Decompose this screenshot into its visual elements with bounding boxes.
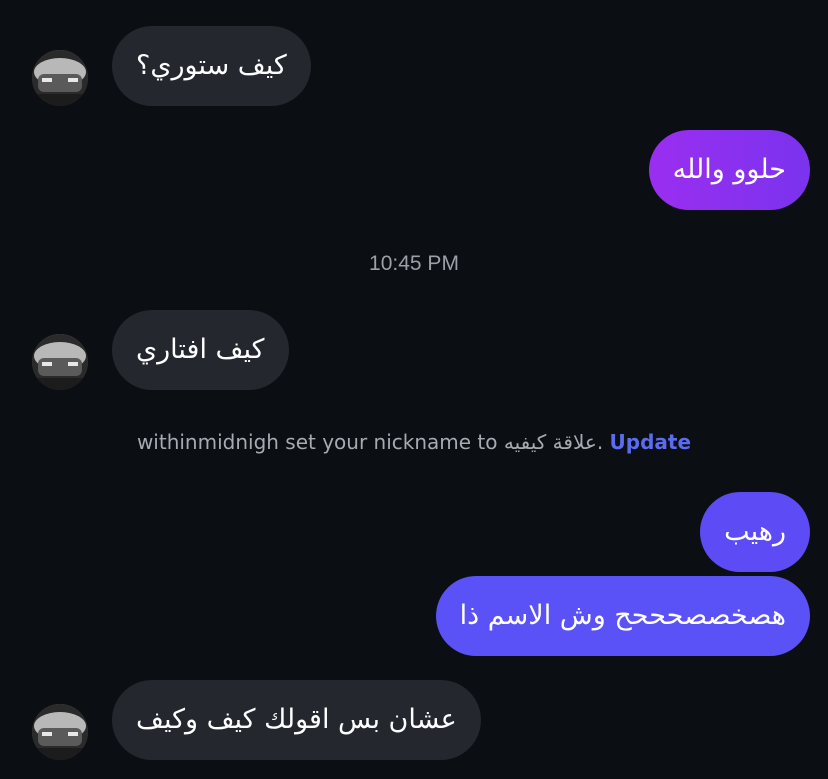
message-text: هصخصصحححح وش الاسم ذا	[459, 600, 786, 631]
message-text: حلوو والله	[672, 154, 786, 185]
message-text: رهيب	[724, 516, 786, 547]
incoming-message-bubble[interactable]: عشان بس اقولك كيف وكيف	[112, 680, 481, 760]
message-text: عشان بس اقولك كيف وكيف	[136, 704, 457, 735]
avatar[interactable]	[32, 704, 88, 760]
message-timestamp: 10:45 PM	[369, 252, 459, 275]
outgoing-message-bubble[interactable]: هصخصصحححح وش الاسم ذا	[435, 576, 810, 656]
avatar[interactable]	[32, 50, 88, 106]
message-text: كيف ستوري؟	[136, 50, 287, 81]
nickname-change-notice: withinmidnigh set your nickname to علاقة…	[0, 430, 828, 454]
outgoing-message-bubble[interactable]: رهيب	[700, 492, 810, 572]
incoming-message-bubble[interactable]: كيف افتاري	[112, 310, 289, 390]
update-link[interactable]: Update	[610, 430, 692, 454]
incoming-message-bubble[interactable]: كيف ستوري؟	[112, 26, 311, 106]
notice-text: withinmidnigh set your nickname to علاقة…	[136, 430, 604, 454]
outgoing-message-bubble[interactable]: حلوو والله	[648, 130, 810, 210]
message-text: كيف افتاري	[136, 334, 265, 365]
avatar[interactable]	[32, 334, 88, 390]
